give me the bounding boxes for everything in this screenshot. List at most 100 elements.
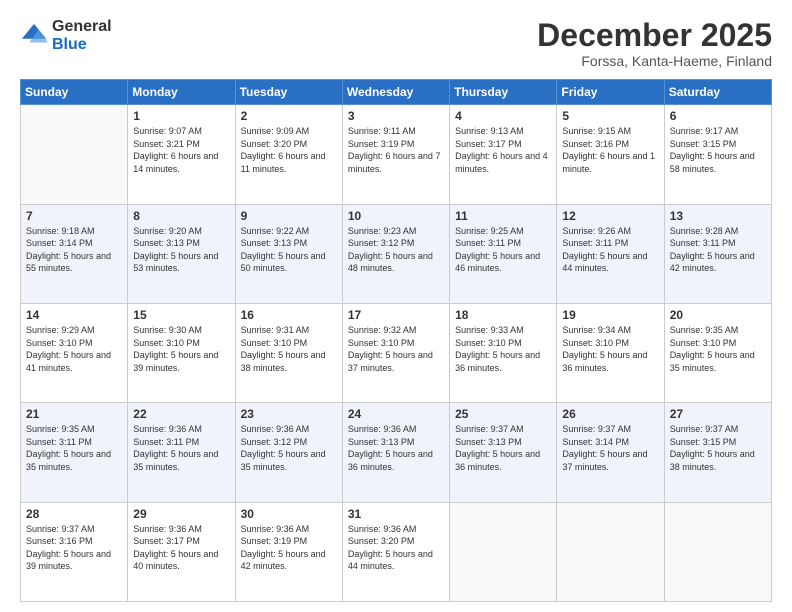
table-row: 26 Sunrise: 9:37 AMSunset: 3:14 PMDayligh…: [557, 403, 664, 502]
table-row: 3 Sunrise: 9:11 AMSunset: 3:19 PMDaylight…: [342, 105, 449, 204]
day-info: Sunrise: 9:26 AMSunset: 3:11 PMDaylight:…: [562, 225, 658, 275]
day-number: 31: [348, 507, 444, 521]
header-monday: Monday: [128, 80, 235, 105]
day-info: Sunrise: 9:37 AMSunset: 3:13 PMDaylight:…: [455, 423, 551, 473]
logo: General Blue: [20, 18, 112, 53]
day-number: 14: [26, 308, 122, 322]
table-row: 17 Sunrise: 9:32 AMSunset: 3:10 PMDayligh…: [342, 303, 449, 402]
day-info: Sunrise: 9:36 AMSunset: 3:17 PMDaylight:…: [133, 523, 229, 573]
day-info: Sunrise: 9:18 AMSunset: 3:14 PMDaylight:…: [26, 225, 122, 275]
calendar-table: Sunday Monday Tuesday Wednesday Thursday…: [20, 79, 772, 602]
table-row: 8Sunrise: 9:20 AMSunset: 3:13 PMDaylight…: [128, 204, 235, 303]
day-number: 28: [26, 507, 122, 521]
day-info: Sunrise: 9:28 AMSunset: 3:11 PMDaylight:…: [670, 225, 766, 275]
day-number: 15: [133, 308, 229, 322]
day-number: 9: [241, 209, 337, 223]
header-tuesday: Tuesday: [235, 80, 342, 105]
day-info: Sunrise: 9:09 AMSunset: 3:20 PMDaylight:…: [241, 125, 337, 175]
day-number: 3: [348, 109, 444, 123]
day-info: Sunrise: 9:37 AMSunset: 3:14 PMDaylight:…: [562, 423, 658, 473]
day-number: 2: [241, 109, 337, 123]
day-info: Sunrise: 9:36 AMSunset: 3:11 PMDaylight:…: [133, 423, 229, 473]
day-info: Sunrise: 9:36 AMSunset: 3:13 PMDaylight:…: [348, 423, 444, 473]
month-title: December 2025: [537, 18, 772, 53]
table-row: 16 Sunrise: 9:31 AMSunset: 3:10 PMDayligh…: [235, 303, 342, 402]
day-number: 21: [26, 407, 122, 421]
logo-general-text: General: [52, 18, 112, 36]
day-info: Sunrise: 9:37 AMSunset: 3:16 PMDaylight:…: [26, 523, 122, 573]
table-row: 5 Sunrise: 9:15 AMSunset: 3:16 PMDaylight…: [557, 105, 664, 204]
title-section: December 2025 Forssa, Kanta-Haeme, Finla…: [537, 18, 772, 69]
day-info: Sunrise: 9:37 AMSunset: 3:15 PMDaylight:…: [670, 423, 766, 473]
day-info: Sunrise: 9:23 AMSunset: 3:12 PMDaylight:…: [348, 225, 444, 275]
table-row: 14 Sunrise: 9:29 AMSunset: 3:10 PMDayligh…: [21, 303, 128, 402]
day-number: 8: [133, 209, 229, 223]
header: General Blue December 2025 Forssa, Kanta…: [20, 18, 772, 69]
day-info: Sunrise: 9:17 AMSunset: 3:15 PMDaylight:…: [670, 125, 766, 175]
header-wednesday: Wednesday: [342, 80, 449, 105]
table-row: 28 Sunrise: 9:37 AMSunset: 3:16 PMDayligh…: [21, 502, 128, 601]
day-number: 24: [348, 407, 444, 421]
calendar-page: General Blue December 2025 Forssa, Kanta…: [0, 0, 792, 612]
table-row: 18Sunrise: 9:33 AMSunset: 3:10 PMDayligh…: [450, 303, 557, 402]
day-number: 4: [455, 109, 551, 123]
day-number: 7: [26, 209, 122, 223]
table-row: 10 Sunrise: 9:23 AMSunset: 3:12 PMDayligh…: [342, 204, 449, 303]
table-row: 27 Sunrise: 9:37 AMSunset: 3:15 PMDayligh…: [664, 403, 771, 502]
logo-text: General Blue: [52, 18, 112, 53]
header-friday: Friday: [557, 80, 664, 105]
day-number: 17: [348, 308, 444, 322]
table-row: [664, 502, 771, 601]
day-info: Sunrise: 9:07 AMSunset: 3:21 PMDaylight:…: [133, 125, 229, 175]
table-row: 13 Sunrise: 9:28 AMSunset: 3:11 PMDayligh…: [664, 204, 771, 303]
day-number: 23: [241, 407, 337, 421]
table-row: 11 Sunrise: 9:25 AMSunset: 3:11 PMDayligh…: [450, 204, 557, 303]
day-number: 6: [670, 109, 766, 123]
table-row: [557, 502, 664, 601]
day-number: 26: [562, 407, 658, 421]
logo-icon: [20, 22, 48, 50]
calendar-header-row: Sunday Monday Tuesday Wednesday Thursday…: [21, 80, 772, 105]
day-number: 25: [455, 407, 551, 421]
day-info: Sunrise: 9:34 AMSunset: 3:10 PMDaylight:…: [562, 324, 658, 374]
day-number: 29: [133, 507, 229, 521]
day-info: Sunrise: 9:13 AMSunset: 3:17 PMDaylight:…: [455, 125, 551, 175]
header-saturday: Saturday: [664, 80, 771, 105]
table-row: 4 Sunrise: 9:13 AMSunset: 3:17 PMDaylight…: [450, 105, 557, 204]
day-number: 1: [133, 109, 229, 123]
table-row: 23Sunrise: 9:36 AMSunset: 3:12 PMDayligh…: [235, 403, 342, 502]
day-number: 11: [455, 209, 551, 223]
day-number: 22: [133, 407, 229, 421]
day-info: Sunrise: 9:32 AMSunset: 3:10 PMDaylight:…: [348, 324, 444, 374]
day-info: Sunrise: 9:36 AMSunset: 3:20 PMDaylight:…: [348, 523, 444, 573]
day-info: Sunrise: 9:31 AMSunset: 3:10 PMDaylight:…: [241, 324, 337, 374]
day-info: Sunrise: 9:35 AMSunset: 3:11 PMDaylight:…: [26, 423, 122, 473]
day-number: 19: [562, 308, 658, 322]
header-sunday: Sunday: [21, 80, 128, 105]
table-row: [450, 502, 557, 601]
day-number: 13: [670, 209, 766, 223]
table-row: 19 Sunrise: 9:34 AMSunset: 3:10 PMDayligh…: [557, 303, 664, 402]
table-row: 2 Sunrise: 9:09 AMSunset: 3:20 PMDaylight…: [235, 105, 342, 204]
table-row: 20Sunrise: 9:35 AMSunset: 3:10 PMDayligh…: [664, 303, 771, 402]
table-row: 7 Sunrise: 9:18 AMSunset: 3:14 PMDaylight…: [21, 204, 128, 303]
day-info: Sunrise: 9:22 AMSunset: 3:13 PMDaylight:…: [241, 225, 337, 275]
table-row: 9 Sunrise: 9:22 AMSunset: 3:13 PMDaylight…: [235, 204, 342, 303]
day-number: 10: [348, 209, 444, 223]
day-info: Sunrise: 9:15 AMSunset: 3:16 PMDaylight:…: [562, 125, 658, 175]
day-info: Sunrise: 9:25 AMSunset: 3:11 PMDaylight:…: [455, 225, 551, 275]
day-info: Sunrise: 9:29 AMSunset: 3:10 PMDaylight:…: [26, 324, 122, 374]
day-info: Sunrise: 9:11 AMSunset: 3:19 PMDaylight:…: [348, 125, 444, 175]
day-number: 30: [241, 507, 337, 521]
day-number: 27: [670, 407, 766, 421]
table-row: 12Sunrise: 9:26 AMSunset: 3:11 PMDayligh…: [557, 204, 664, 303]
day-number: 5: [562, 109, 658, 123]
table-row: 6 Sunrise: 9:17 AMSunset: 3:15 PMDaylight…: [664, 105, 771, 204]
day-number: 16: [241, 308, 337, 322]
table-row: 1 Sunrise: 9:07 AMSunset: 3:21 PMDaylight…: [128, 105, 235, 204]
day-number: 20: [670, 308, 766, 322]
table-row: 25 Sunrise: 9:37 AMSunset: 3:13 PMDayligh…: [450, 403, 557, 502]
table-row: 29 Sunrise: 9:36 AMSunset: 3:17 PMDayligh…: [128, 502, 235, 601]
header-thursday: Thursday: [450, 80, 557, 105]
table-row: 30Sunrise: 9:36 AMSunset: 3:19 PMDayligh…: [235, 502, 342, 601]
